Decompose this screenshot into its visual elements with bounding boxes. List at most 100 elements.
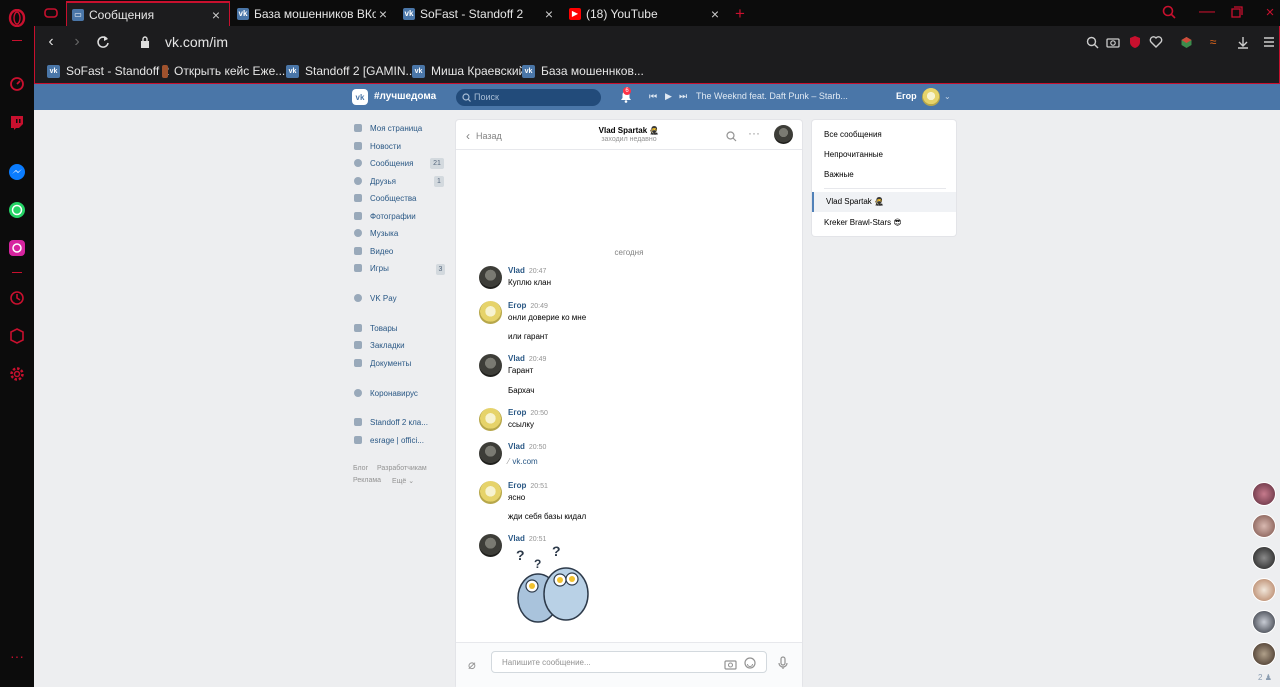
chat-head-avatar[interactable] bbox=[1252, 482, 1276, 506]
bookmark-misha[interactable]: vk Миша Краевский bbox=[412, 63, 525, 79]
adblock-shield-icon[interactable] bbox=[1127, 34, 1143, 50]
avatar[interactable] bbox=[922, 88, 940, 106]
menu-communities[interactable]: Сообщества bbox=[354, 191, 416, 205]
minimize-icon[interactable]: — bbox=[1199, 3, 1215, 20]
close-icon[interactable]: × bbox=[376, 6, 390, 22]
chat-head-avatar[interactable] bbox=[1252, 642, 1276, 666]
vk-hashtag[interactable]: #лучшедома bbox=[374, 91, 436, 102]
back-icon[interactable]: ‹ bbox=[41, 32, 61, 52]
footer-dev[interactable]: Разработчикам bbox=[377, 465, 427, 472]
play-icon[interactable]: ▶ bbox=[665, 91, 672, 102]
peer-avatar[interactable] bbox=[774, 125, 793, 144]
message-author[interactable]: Егор 20:51 bbox=[508, 481, 548, 490]
new-tab-button[interactable]: + bbox=[730, 1, 754, 26]
next-track-icon[interactable]: ⏭ bbox=[679, 91, 687, 102]
bookmark-scam-db[interactable]: vk База мошеннков... bbox=[522, 63, 644, 79]
close-icon[interactable]: × bbox=[708, 6, 722, 22]
window-close-icon[interactable]: × bbox=[1262, 4, 1278, 21]
extension-cube-icon[interactable] bbox=[1178, 34, 1194, 50]
reload-icon[interactable] bbox=[93, 32, 113, 52]
player-track[interactable]: The Weeknd feat. Daft Punk – Starb... bbox=[696, 91, 848, 101]
prev-track-icon[interactable]: ⏮ bbox=[649, 91, 657, 102]
more-icon[interactable]: ··· bbox=[5, 644, 29, 668]
extensions-icon[interactable] bbox=[5, 324, 29, 348]
vpn-icon[interactable]: ≈ bbox=[1205, 34, 1221, 50]
vk-logo-icon[interactable]: vk bbox=[352, 89, 368, 105]
avatar[interactable] bbox=[479, 534, 502, 557]
search-icon[interactable] bbox=[726, 129, 737, 147]
menu-friends[interactable]: Друзья bbox=[354, 174, 396, 188]
avatar[interactable] bbox=[479, 408, 502, 431]
conversation-vlad[interactable]: Vlad Spartak 🥷 bbox=[812, 192, 956, 212]
message-author[interactable]: Vlad 20:51 bbox=[508, 534, 546, 543]
avatar[interactable] bbox=[479, 442, 502, 465]
filter-unread[interactable]: Непрочитанные bbox=[824, 150, 883, 159]
camera-icon[interactable] bbox=[724, 657, 737, 675]
bookmark-sofast[interactable]: vk SoFast - Standoff 2 bbox=[47, 63, 169, 79]
search-tabs-icon[interactable] bbox=[1161, 4, 1177, 20]
user-name[interactable]: Егор bbox=[896, 91, 917, 101]
pigeon-sticker[interactable]: ? ? ? bbox=[508, 546, 596, 626]
message-author[interactable]: Егор 20:50 bbox=[508, 408, 548, 417]
download-icon[interactable] bbox=[1235, 34, 1251, 50]
avatar[interactable] bbox=[479, 354, 502, 377]
menu-music[interactable]: Музыка bbox=[354, 226, 398, 240]
menu-community-esrage[interactable]: esrage | offici... bbox=[354, 433, 424, 447]
more-actions-icon[interactable]: ··· bbox=[748, 126, 760, 140]
avatar[interactable] bbox=[479, 481, 502, 504]
opera-logo-icon[interactable] bbox=[5, 6, 29, 30]
menu-bookmarks[interactable]: Закладки bbox=[354, 338, 405, 352]
menu-photos[interactable]: Фотографии bbox=[354, 209, 416, 223]
chat-heads-count[interactable]: 2 ♟ bbox=[1258, 673, 1272, 682]
instagram-icon[interactable] bbox=[5, 236, 29, 260]
tab-messages[interactable]: ▭ Сообщения × bbox=[66, 1, 230, 26]
bookmark-case[interactable]: Открыть кейс Еже... bbox=[162, 63, 285, 79]
menu-my-page[interactable]: Моя страница bbox=[354, 121, 422, 135]
menu-goods[interactable]: Товары bbox=[354, 321, 398, 335]
messenger-icon[interactable] bbox=[5, 160, 29, 184]
message-link[interactable]: ⁄ vk.com bbox=[508, 457, 538, 466]
menu-vk-pay[interactable]: VK Pay bbox=[354, 291, 397, 305]
attach-icon[interactable]: ⌀ bbox=[468, 657, 476, 673]
search-input[interactable]: Поиск bbox=[456, 89, 601, 106]
message-author[interactable]: Vlad 20:47 bbox=[508, 266, 546, 275]
tab-sofast[interactable]: vk SoFast - Standoff 2 × bbox=[398, 1, 562, 26]
chevron-down-icon[interactable]: ⌄ bbox=[944, 92, 951, 101]
conversation-kreker[interactable]: Kreker Brawl-Stars 😎 bbox=[824, 218, 902, 227]
tab-youtube[interactable]: ▶ (18) YouTube × bbox=[564, 1, 728, 26]
menu-community-standoff[interactable]: Standoff 2 кла... bbox=[354, 415, 428, 429]
chat-head-avatar[interactable] bbox=[1252, 546, 1276, 570]
microphone-icon[interactable] bbox=[778, 656, 788, 675]
footer-more[interactable]: Ещё ⌄ bbox=[392, 477, 414, 485]
settings-icon[interactable] bbox=[5, 362, 29, 386]
message-author[interactable]: Vlad 20:49 bbox=[508, 354, 546, 363]
avatar[interactable] bbox=[479, 301, 502, 324]
camera-icon[interactable] bbox=[1105, 34, 1121, 50]
whatsapp-icon[interactable] bbox=[5, 198, 29, 222]
tab-scam-db[interactable]: vk База мошенников ВКонтакте × bbox=[232, 1, 396, 26]
game-controller-icon[interactable] bbox=[39, 1, 63, 25]
menu-video[interactable]: Видео bbox=[354, 244, 393, 258]
history-icon[interactable] bbox=[5, 286, 29, 310]
menu-games[interactable]: Игры bbox=[354, 261, 389, 275]
forward-icon[interactable]: › bbox=[67, 32, 87, 52]
menu-documents[interactable]: Документы bbox=[354, 356, 411, 370]
message-input[interactable]: Напишите сообщение... bbox=[491, 651, 767, 673]
close-icon[interactable]: × bbox=[209, 7, 223, 23]
message-author[interactable]: Егор 20:49 bbox=[508, 301, 548, 310]
filter-important[interactable]: Важные bbox=[824, 170, 854, 179]
chat-head-avatar[interactable] bbox=[1252, 610, 1276, 634]
chat-head-avatar[interactable] bbox=[1252, 578, 1276, 602]
emoji-icon[interactable] bbox=[744, 656, 756, 674]
menu-coronavirus[interactable]: Коронавирус bbox=[354, 386, 418, 400]
footer-ads[interactable]: Реклама bbox=[353, 477, 381, 484]
twitch-icon[interactable] bbox=[5, 110, 29, 134]
url-field[interactable]: vk.com/im bbox=[165, 34, 228, 50]
avatar[interactable] bbox=[479, 266, 502, 289]
menu-news[interactable]: Новости bbox=[354, 139, 401, 153]
footer-blog[interactable]: Блог bbox=[353, 465, 368, 472]
menu-icon[interactable] bbox=[1261, 34, 1277, 50]
heart-icon[interactable] bbox=[1148, 34, 1164, 50]
restore-icon[interactable] bbox=[1229, 4, 1245, 20]
chat-head-avatar[interactable] bbox=[1252, 514, 1276, 538]
